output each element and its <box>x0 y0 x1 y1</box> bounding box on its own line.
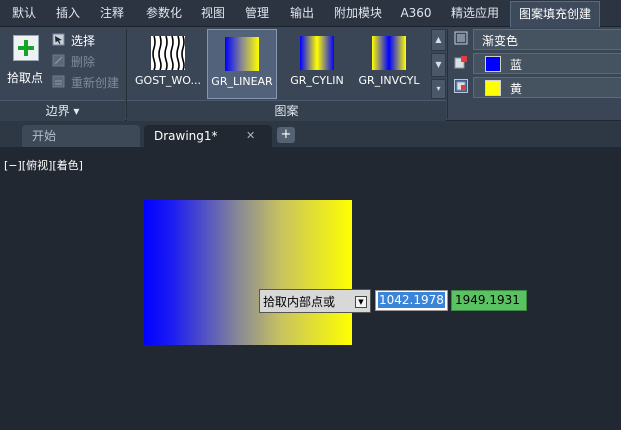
select-boundary-label: 选择 <box>71 34 96 48</box>
add-point-icon <box>13 35 39 61</box>
color2-value: 黄 <box>510 82 523 96</box>
ribbon-tab-featured-apps[interactable]: 精选应用 <box>444 0 506 26</box>
color1-value: 蓝 <box>510 58 523 72</box>
ribbon-tab-insert[interactable]: 插入 <box>48 0 88 26</box>
file-tab-start-label: 开始 <box>32 129 57 143</box>
ribbon-tab-parametric[interactable]: 参数化 <box>137 0 191 26</box>
ribbon-tab-view[interactable]: 视图 <box>194 0 232 26</box>
recreate-boundary-icon <box>52 75 65 88</box>
ribbon-tab-hatch-creation[interactable]: 图案填充创建 <box>510 1 600 27</box>
command-prompt-text: 拾取内部点或 <box>263 295 336 309</box>
prompt-options-dropdown-icon[interactable]: ▼ <box>355 296 367 308</box>
coordinate-y-input[interactable]: 1949.1931 <box>451 290 527 311</box>
pattern-label: GR_LINEAR <box>211 75 273 88</box>
recreate-boundary-button[interactable]: 重新创建 <box>52 73 130 91</box>
file-tab-bar: 开始 Drawing1* ✕ + <box>0 121 621 147</box>
gradient-color2-icon <box>454 79 468 93</box>
recreate-boundary-label: 重新创建 <box>71 76 120 90</box>
color1-swatch <box>485 56 501 72</box>
inverse-cylinder-gradient-swatch <box>372 36 406 70</box>
ribbon-tab-manage[interactable]: 管理 <box>237 0 277 26</box>
gradient-color2-row: 黄 <box>451 77 621 98</box>
pattern-gr-cylin[interactable]: GR_CYLIN <box>283 29 351 97</box>
pattern-label: GOST_WO... <box>135 74 201 87</box>
hatch-type-icon <box>454 31 468 45</box>
file-tab-drawing1[interactable]: Drawing1* ✕ <box>144 125 272 147</box>
panel-separator <box>447 29 448 119</box>
pattern-scroll-down-button[interactable]: ▼ <box>431 53 446 77</box>
pattern-scroll-up-button[interactable]: ▲ <box>431 29 446 51</box>
ribbon-tab-bar: 默认 插入 注释 参数化 视图 管理 输出 附加模块 A360 精选应用 图案填… <box>0 0 621 27</box>
file-tab-start[interactable]: 开始 <box>22 125 140 147</box>
remove-boundary-button[interactable]: 删除 <box>52 52 130 70</box>
ribbon-tab-annotate[interactable]: 注释 <box>92 0 132 26</box>
pick-points-button[interactable]: 拾取点 <box>4 31 46 95</box>
ribbon-tab-a360[interactable]: A360 <box>395 0 437 26</box>
hatch-type-value: 渐变色 <box>482 34 519 48</box>
hatch-type-row: 渐变色 <box>451 29 621 50</box>
remove-boundary-label: 删除 <box>71 55 96 69</box>
boundary-panel-title[interactable]: 边界 ▾ <box>0 100 125 121</box>
boundary-panel-title-text: 边界 ▾ <box>45 104 80 118</box>
remove-boundary-icon <box>52 54 65 67</box>
gradient-hatch-preview <box>144 200 352 345</box>
pick-points-label: 拾取点 <box>6 71 43 85</box>
new-tab-button[interactable]: + <box>277 127 295 143</box>
pattern-panel-title: 图案 <box>127 100 446 121</box>
linear-gradient-swatch <box>225 37 259 71</box>
pattern-gost-wood[interactable]: GOST_WO... <box>134 29 202 97</box>
select-boundary-button[interactable]: 选择 <box>52 31 130 49</box>
ribbon-tab-addins[interactable]: 附加模块 <box>325 0 391 26</box>
gradient-color1-dropdown[interactable]: 蓝 <box>473 53 621 74</box>
color2-swatch <box>485 80 501 96</box>
ribbon-tab-default[interactable]: 默认 <box>4 0 44 26</box>
coordinate-x-value: 1042.1978 <box>378 292 445 308</box>
pattern-gr-invcyl[interactable]: GR_INVCYL <box>355 29 423 97</box>
select-objects-icon <box>52 33 65 46</box>
gradient-color1-row: 蓝 <box>451 53 621 74</box>
pattern-panel-title-text: 图案 <box>274 104 299 118</box>
cylinder-gradient-swatch <box>300 36 334 70</box>
ribbon: 拾取点 选择 删除 重新创建 边界 ▾ GOST_WO... GR_LINEAR… <box>0 27 621 121</box>
pattern-gr-linear[interactable]: GR_LINEAR <box>207 29 277 99</box>
coordinate-y-value: 1949.1931 <box>455 293 520 307</box>
gradient-color2-dropdown[interactable]: 黄 <box>473 77 621 98</box>
pattern-label: GR_CYLIN <box>290 74 344 87</box>
hatch-type-dropdown[interactable]: 渐变色 <box>473 29 621 50</box>
pattern-label: GR_INVCYL <box>358 74 420 87</box>
command-prompt-tooltip: 拾取内部点或 ▼ <box>259 289 371 313</box>
gradient-color1-icon <box>454 56 467 69</box>
pattern-gallery-expand-button[interactable]: ▾ <box>431 79 446 99</box>
file-tab-drawing1-label: Drawing1* <box>154 129 218 143</box>
viewport-controls[interactable]: [−][俯视][着色] <box>4 157 83 173</box>
hatch-pattern-swatch <box>151 36 185 70</box>
coordinate-x-input[interactable]: 1042.1978 <box>375 290 448 311</box>
close-tab-icon[interactable]: ✕ <box>246 125 255 147</box>
ribbon-tab-output[interactable]: 输出 <box>282 0 322 26</box>
